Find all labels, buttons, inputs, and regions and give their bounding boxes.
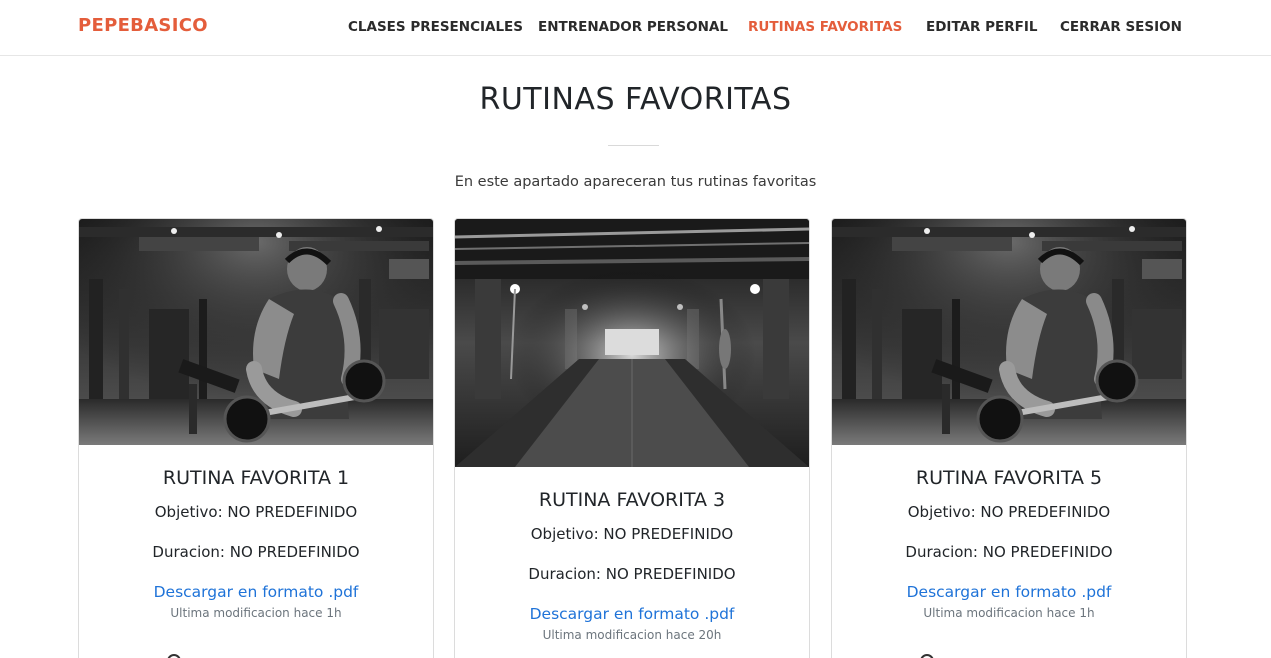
nav-link-editar-perfil[interactable]: EDITAR PERFIL [926,19,1038,35]
page-subtitle: En este apartado apareceran tus rutinas … [454,174,817,190]
routine-card: RUTINA FAVORITA 1 Objetivo: NO PREDEFINI… [78,218,434,658]
card-duracion: Duracion: NO PREDEFINIDO [152,543,360,561]
nav-menu: CLASES PRESENCIALES ENTRENADOR PERSONAL … [0,19,1271,39]
card-title: RUTINA FAVORITA 5 [915,467,1103,489]
title-divider [608,145,659,146]
card-title: RUTINA FAVORITA 1 [162,467,350,489]
routine-card: RUTINA FAVORITA 3 Objetivo: NO PREDEFINI… [454,218,810,658]
card-body: RUTINA FAVORITA 3 Objetivo: NO PREDEFINI… [455,487,809,643]
card-duracion: Duracion: NO PREDEFINIDO [528,565,736,583]
nav-link-clases-presenciales[interactable]: CLASES PRESENCIALES [348,19,523,35]
card-objetivo: Objetivo: NO PREDEFINIDO [530,525,734,543]
card-body: RUTINA FAVORITA 5 Objetivo: NO PREDEFINI… [832,465,1186,621]
navbar: PEPEBASICO CLASES PRESENCIALES ENTRENADO… [0,0,1271,56]
card-image [79,219,433,445]
card-body: RUTINA FAVORITA 1 Objetivo: NO PREDEFINI… [79,465,433,621]
nav-link-entrenador-personal[interactable]: ENTRENADOR PERSONAL [538,19,728,35]
card-image [455,219,809,467]
card-title: RUTINA FAVORITA 3 [538,489,726,511]
card-image [832,219,1186,445]
card-last-modified: Ultima modificacion hace 1h [170,606,342,620]
card-duracion: Duracion: NO PREDEFINIDO [905,543,1113,561]
favorite-icon[interactable] [920,654,934,658]
nav-link-rutinas-favoritas[interactable]: RUTINAS FAVORITAS [748,19,902,35]
routine-card: RUTINA FAVORITA 5 Objetivo: NO PREDEFINI… [831,218,1187,658]
page-title: RUTINAS FAVORITAS [479,82,792,117]
card-objetivo: Objetivo: NO PREDEFINIDO [154,503,358,521]
download-pdf-link[interactable]: Descargar en formato .pdf [907,582,1112,602]
favorite-icon[interactable] [167,654,181,658]
card-last-modified: Ultima modificacion hace 1h [923,606,1095,620]
nav-link-cerrar-sesion[interactable]: CERRAR SESION [1060,19,1182,35]
download-pdf-link[interactable]: Descargar en formato .pdf [530,604,735,624]
download-pdf-link[interactable]: Descargar en formato .pdf [154,582,359,602]
card-last-modified: Ultima modificacion hace 20h [542,628,722,642]
card-objetivo: Objetivo: NO PREDEFINIDO [907,503,1111,521]
